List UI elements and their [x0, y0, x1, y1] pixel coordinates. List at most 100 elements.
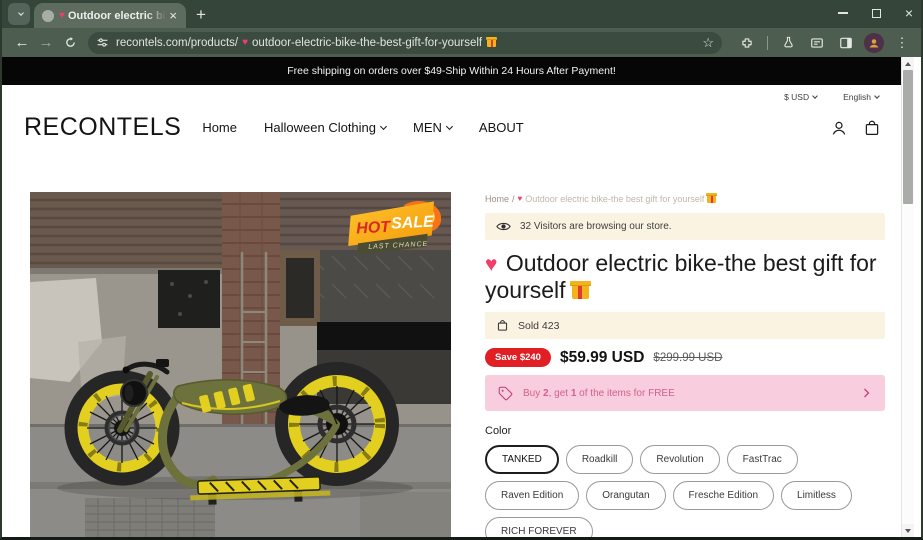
arrow-up-icon	[905, 61, 911, 66]
chevron-right-icon[interactable]	[860, 387, 872, 399]
color-option-tanked[interactable]: TANKED	[485, 445, 559, 474]
heart-icon: ♥	[485, 253, 498, 276]
color-option-rich-forever[interactable]: RICH FOREVER	[485, 517, 593, 537]
toolbar-icons: ⋮	[736, 32, 913, 54]
reading-mode-button[interactable]	[806, 32, 828, 54]
nav-item-halloween-clothing[interactable]: Halloween Clothing	[264, 120, 388, 135]
color-option-orangutan[interactable]: Orangutan	[586, 481, 666, 510]
scrollbar-up-button[interactable]	[902, 57, 914, 70]
page-content: Free shipping on orders over $49-Ship Wi…	[2, 57, 901, 537]
tab-close-icon[interactable]: ×	[166, 9, 180, 22]
chevron-down-icon	[812, 93, 818, 99]
chevron-down-icon	[445, 122, 453, 131]
toolbar-divider	[767, 35, 768, 50]
product-title: ♥ Outdoor electric bike-the best gift fo…	[485, 250, 885, 304]
tag-icon	[498, 386, 513, 400]
address-bar[interactable]: recontels.com/products/♥ outdoor-electric…	[88, 31, 722, 54]
scrollbar-down-button[interactable]	[902, 524, 914, 537]
color-option-fasttrac[interactable]: FastTrac	[726, 445, 798, 474]
minimize-icon[interactable]	[837, 12, 848, 14]
announcement-bar: Free shipping on orders over $49-Ship Wi…	[2, 57, 901, 85]
favicon-icon	[42, 9, 54, 22]
badge-sale-text: SALE	[391, 213, 436, 232]
flask-icon	[783, 36, 793, 48]
profile-avatar[interactable]	[864, 32, 884, 53]
breadcrumb-home-link[interactable]: Home	[485, 194, 509, 204]
gift-icon	[706, 193, 718, 203]
color-option-revolution[interactable]: Revolution	[640, 445, 720, 474]
currency-selector[interactable]: $ USD	[784, 92, 818, 102]
color-option-limitless[interactable]: Limitless	[781, 481, 852, 510]
maximize-icon[interactable]	[871, 8, 881, 18]
avatar-person-icon	[869, 38, 879, 47]
scrollbar-thumb[interactable]	[903, 70, 913, 204]
chevron-down-icon	[379, 122, 388, 131]
url-host: recontels.com/products/	[116, 36, 239, 49]
side-panel-button[interactable]	[835, 32, 857, 54]
color-label: Color	[485, 425, 512, 437]
locale-selectors: $ USD English	[784, 92, 880, 102]
gift-icon	[486, 36, 498, 47]
color-option-raven-edition[interactable]: Raven Edition	[485, 481, 580, 510]
store-logo[interactable]: RECONTELS	[24, 113, 181, 142]
reading-mode-icon	[811, 37, 823, 48]
heart-icon: ♥	[242, 36, 249, 48]
browser-toolbar: ← → recontels.com/products/♥ outdoor-elec…	[2, 28, 921, 57]
side-panel-icon	[840, 37, 852, 48]
sold-count-banner: Sold 423	[485, 312, 885, 339]
account-icon[interactable]	[830, 119, 848, 137]
nav-label: Halloween Clothing	[264, 120, 377, 135]
product-info: Home / ♥ Outdoor electric bike-the best …	[485, 192, 885, 537]
language-selector[interactable]: English	[843, 92, 880, 102]
new-tab-button[interactable]: +	[196, 6, 206, 23]
site-header: $ USD English RECONTELS Home Halloween C…	[2, 85, 901, 170]
badge-hot-text: HOT	[356, 219, 392, 238]
page-scrollbar[interactable]	[901, 57, 914, 537]
nav-item-home[interactable]: Home	[202, 120, 237, 135]
nav-item-about[interactable]: ABOUT	[479, 120, 524, 135]
tab-title: Outdoor electric bike-the b	[67, 9, 166, 22]
language-label: English	[843, 92, 871, 102]
product-image[interactable]: HOT SALE LAST CHANCE	[30, 192, 451, 537]
color-option-fresche-edition[interactable]: Fresche Edition	[672, 481, 775, 510]
nav-label: Home	[202, 120, 237, 135]
cart-bag-icon[interactable]	[863, 119, 881, 137]
chevron-down-icon	[18, 10, 24, 16]
color-option-roadkill[interactable]: Roadkill	[565, 445, 634, 474]
url-text: recontels.com/products/♥ outdoor-electric…	[116, 36, 702, 49]
announcement-text: Free shipping on orders over $49-Ship Wi…	[287, 65, 616, 77]
promo-banner[interactable]: Buy 2, get 1 of the items for FREE	[485, 375, 885, 411]
window-controls: ×	[837, 0, 913, 26]
visitors-notice: 32 Visitors are browsing our store.	[485, 213, 885, 240]
nav-item-men[interactable]: MEN	[413, 120, 453, 135]
currency-label: $ USD	[784, 92, 810, 102]
close-icon[interactable]: ×	[905, 6, 913, 20]
heart-icon: ♥	[517, 194, 523, 203]
breadcrumb-separator: /	[512, 194, 515, 204]
product-photo-bike: HOT SALE LAST CHANCE	[30, 192, 451, 537]
gift-icon	[569, 281, 591, 299]
tab-search-button[interactable]	[8, 3, 30, 25]
reload-icon	[65, 36, 75, 47]
compare-at-price: $299.99 USD	[653, 351, 723, 364]
labs-button[interactable]	[777, 32, 799, 54]
price-row: Save $240 $59.99 USD $299.99 USD	[485, 348, 885, 367]
browser-tab[interactable]: ♥ Outdoor electric bike-the b ×	[34, 3, 186, 28]
current-price: $59.99 USD	[559, 348, 645, 366]
breadcrumb-current: Outdoor electric bike-the best gift for …	[525, 194, 705, 204]
extensions-button[interactable]	[736, 32, 758, 54]
forward-button[interactable]: →	[34, 31, 58, 55]
save-badge: Save $240	[485, 348, 551, 367]
browser-menu-button[interactable]: ⋮	[891, 32, 913, 54]
eye-icon	[496, 222, 511, 231]
reload-button[interactable]	[58, 31, 82, 55]
color-options: TANKED Roadkill Revolution FastTrac Rave…	[485, 445, 885, 537]
tab-strip: ♥ Outdoor electric bike-the b × + ×	[2, 0, 921, 28]
bookmark-star-icon[interactable]: ☆	[702, 35, 714, 51]
promo-text: Buy 2, get 1 of the items for FREE	[523, 387, 675, 399]
tune-icon	[97, 38, 108, 47]
back-button[interactable]: ←	[10, 31, 34, 55]
url-slug: outdoor-electric-bike-the-best-gift-for-…	[252, 36, 483, 49]
extensions-icon	[742, 37, 752, 48]
product-title-text: Outdoor electric bike-the best gift for …	[485, 250, 877, 303]
